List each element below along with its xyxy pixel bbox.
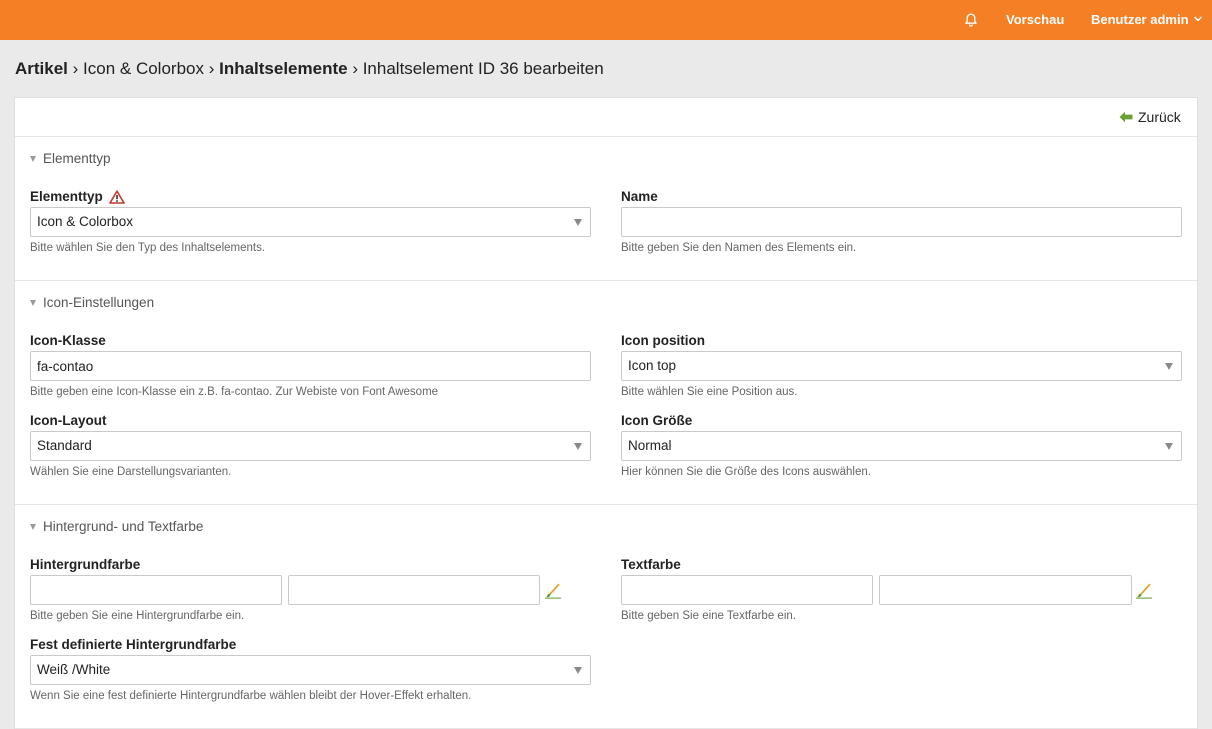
collapse-triangle-icon xyxy=(30,523,36,530)
divider xyxy=(15,280,1197,281)
dropdown-arrow-icon xyxy=(1165,363,1173,370)
bg-color-help: Bitte geben Sie eine Hintergrundfarbe ei… xyxy=(30,610,245,622)
icon-layout-select[interactable]: Standard xyxy=(30,431,591,461)
name-label: Name xyxy=(621,189,658,204)
icon-size-select[interactable]: Normal xyxy=(621,431,1182,461)
icon-position-help: Bitte wählen Sie eine Position aus. xyxy=(621,386,798,398)
breadcrumb-separator: › xyxy=(203,59,220,78)
back-label: Zurück xyxy=(1138,109,1181,125)
fixed-bg-select[interactable]: Weiß /White xyxy=(30,655,591,685)
breadcrumb-article[interactable]: Icon & Colorbox xyxy=(83,59,204,78)
icon-position-value: Icon top xyxy=(628,358,677,373)
breadcrumb-separator: › xyxy=(347,59,363,78)
icon-class-help: Bitte geben eine Icon-Klasse ein z.B. fa… xyxy=(30,386,439,398)
icon-class-label: Icon-Klasse xyxy=(30,333,106,348)
icon-class-input[interactable] xyxy=(30,351,591,381)
section-title: Icon-Einstellungen xyxy=(43,295,155,310)
name-input[interactable] xyxy=(621,207,1182,237)
breadcrumb-articles[interactable]: Artikel xyxy=(15,59,68,78)
user-menu[interactable]: Benutzer admin xyxy=(1091,12,1189,28)
edit-panel: Zurück Elementtyp Elementtyp Icon & Colo… xyxy=(14,97,1198,729)
icon-position-label: Icon position xyxy=(621,333,705,348)
type-label-text: Elementtyp xyxy=(30,189,103,204)
divider xyxy=(15,136,1197,137)
warning-icon[interactable] xyxy=(108,190,125,204)
text-color-input-2[interactable] xyxy=(879,575,1132,605)
divider xyxy=(15,504,1197,505)
icon-layout-help: Wählen Sie eine Darstellungsvarianten. xyxy=(30,466,232,478)
section-toggle-colors[interactable]: Hintergrund- und Textfarbe xyxy=(30,519,203,534)
icon-layout-value: Standard xyxy=(37,438,92,453)
breadcrumb-content-elements[interactable]: Inhaltselemente xyxy=(219,59,348,78)
dropdown-arrow-icon xyxy=(574,443,582,450)
section-toggle-icon-settings[interactable]: Icon-Einstellungen xyxy=(30,295,154,310)
section-title: Elementtyp xyxy=(43,151,111,166)
name-help: Bitte geben Sie den Namen des Elements e… xyxy=(621,242,857,254)
icon-size-help: Hier können Sie die Größe des Icons ausw… xyxy=(621,466,871,478)
preview-link[interactable]: Vorschau xyxy=(1006,12,1064,28)
icon-position-select[interactable]: Icon top xyxy=(621,351,1182,381)
collapse-triangle-icon xyxy=(30,155,36,162)
section-title: Hintergrund- und Textfarbe xyxy=(43,519,204,534)
fixed-bg-label: Fest definierte Hintergrundfarbe xyxy=(30,637,237,652)
bg-color-input-2[interactable] xyxy=(288,575,540,605)
arrow-left-icon xyxy=(1119,111,1133,123)
bg-color-label: Hintergrundfarbe xyxy=(30,557,141,572)
text-color-help: Bitte geben Sie eine Textfarbe ein. xyxy=(621,610,796,622)
bg-color-input[interactable] xyxy=(30,575,282,605)
breadcrumb: Artikel › Icon & Colorbox › Inhaltseleme… xyxy=(15,58,604,80)
color-picker-icon[interactable] xyxy=(1135,581,1153,599)
text-color-input[interactable] xyxy=(621,575,873,605)
type-select[interactable]: Icon & Colorbox xyxy=(30,207,591,237)
fixed-bg-help: Wenn Sie eine fest definierte Hintergrun… xyxy=(30,690,472,702)
text-color-label: Textfarbe xyxy=(621,557,681,572)
top-bar: Vorschau Benutzer admin xyxy=(0,0,1212,40)
back-button[interactable]: Zurück xyxy=(1119,108,1181,126)
collapse-triangle-icon xyxy=(30,299,36,306)
section-toggle-elementtyp[interactable]: Elementtyp xyxy=(30,151,111,166)
bell-icon[interactable] xyxy=(963,12,979,28)
icon-size-value: Normal xyxy=(628,438,672,453)
dropdown-arrow-icon xyxy=(574,219,582,226)
fixed-bg-value: Weiß /White xyxy=(37,662,111,677)
dropdown-arrow-icon xyxy=(1165,443,1173,450)
icon-size-label: Icon Größe xyxy=(621,413,693,428)
chevron-down-icon[interactable] xyxy=(1193,15,1203,23)
breadcrumb-separator: › xyxy=(67,59,84,78)
type-label: Elementtyp xyxy=(30,189,125,205)
type-help: Bitte wählen Sie den Typ des Inhaltselem… xyxy=(30,242,266,254)
color-picker-icon[interactable] xyxy=(544,581,562,599)
dropdown-arrow-icon xyxy=(574,667,582,674)
icon-layout-label: Icon-Layout xyxy=(30,413,107,428)
type-select-value: Icon & Colorbox xyxy=(37,214,134,229)
breadcrumb-current: Inhaltselement ID 36 bearbeiten xyxy=(362,59,604,78)
